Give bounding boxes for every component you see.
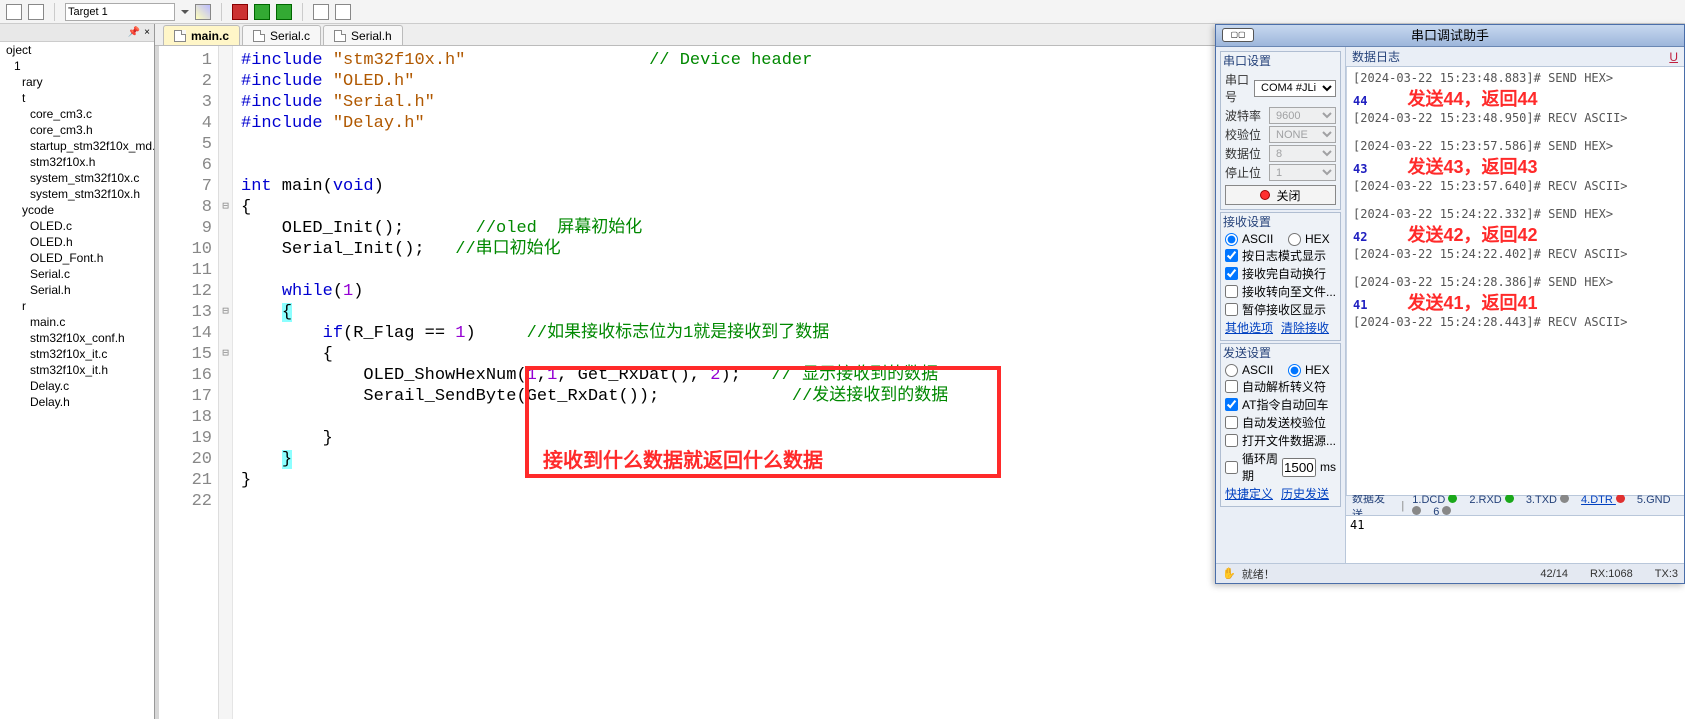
log-title: 数据日志 <box>1352 48 1400 65</box>
clear-recv-link[interactable]: 清除接收 <box>1281 319 1329 336</box>
tree-item[interactable]: 1 <box>4 58 154 74</box>
send-indicator-bar: 数据发送 | 1.DCD 2.RXD 3.TXD 4.DTR 5.GND 6 <box>1346 495 1684 515</box>
project-tree: 📌 × oject1rarytcore_cm3.ccore_cm3.hstart… <box>0 24 155 719</box>
tree-item[interactable]: OLED.h <box>4 234 154 250</box>
build-icon[interactable] <box>6 4 22 20</box>
indicator-1.DCD: 1.DCD <box>1412 494 1459 506</box>
serial-status-bar: ✋ 就绪！ 42/14 RX:1068 TX:3 <box>1216 563 1684 583</box>
tree-item[interactable]: stm32f10x_conf.h <box>4 330 154 346</box>
baud-select[interactable]: 9600 <box>1269 107 1336 124</box>
tree-item[interactable]: startup_stm32f10x_md.s <box>4 138 154 154</box>
recv-settings-group: 接收设置 ASCII HEX 按日志模式显示接收完自动换行接收转向至文件...暂… <box>1220 212 1341 341</box>
recv-ascii-radio[interactable] <box>1225 233 1238 246</box>
log-settings-link[interactable]: U <box>1669 50 1678 64</box>
tree-item[interactable]: stm32f10x.h <box>4 154 154 170</box>
build-all-icon[interactable] <box>232 4 248 20</box>
tab-Serial-c[interactable]: Serial.c <box>242 25 321 45</box>
tree-item[interactable]: core_cm3.c <box>4 106 154 122</box>
send-opt-3[interactable] <box>1225 434 1238 447</box>
tab-main-c[interactable]: main.c <box>163 25 240 45</box>
nav-fwd-icon[interactable] <box>276 4 292 20</box>
hand-icon: ✋ <box>1222 567 1236 580</box>
tree-item[interactable]: Delay.h <box>4 394 154 410</box>
send-opt-4[interactable] <box>1225 461 1238 474</box>
log-area[interactable]: [2024-03-22 15:23:48.883]# SEND HEX>44发送… <box>1346 67 1684 495</box>
app-icon: ▢▢ <box>1222 28 1254 42</box>
close-port-button[interactable]: 关闭 <box>1225 185 1336 205</box>
stopbits-select[interactable]: 1 <box>1269 164 1336 181</box>
tree-item[interactable]: core_cm3.h <box>4 122 154 138</box>
file-icon <box>253 30 265 42</box>
file-icon <box>174 30 186 42</box>
send-textarea[interactable]: 41 <box>1350 518 1680 561</box>
parity-select[interactable]: NONE <box>1269 126 1336 143</box>
tree-item[interactable]: system_stm32f10x.c <box>4 170 154 186</box>
tree-item[interactable]: Delay.c <box>4 378 154 394</box>
wand-icon[interactable] <box>195 4 211 20</box>
port-select[interactable]: COM4 #JLi <box>1254 80 1336 97</box>
history-send-link[interactable]: 历史发送 <box>1281 485 1329 502</box>
tab-Serial-h[interactable]: Serial.h <box>323 25 403 45</box>
tree-item[interactable]: stm32f10x_it.c <box>4 346 154 362</box>
indicator-2.RXD: 2.RXD <box>1469 494 1515 506</box>
tree-item[interactable]: system_stm32f10x.h <box>4 186 154 202</box>
send-ascii-radio[interactable] <box>1225 364 1238 377</box>
tree-item[interactable]: OLED_Font.h <box>4 250 154 266</box>
recv-opt-1[interactable] <box>1225 267 1238 280</box>
recv-opt-3[interactable] <box>1225 303 1238 316</box>
recv-opt-2[interactable] <box>1225 285 1238 298</box>
pane-close-icon[interactable]: × <box>144 27 150 38</box>
send-opt-1[interactable] <box>1225 398 1238 411</box>
tree-item[interactable]: Serial.c <box>4 266 154 282</box>
pane-pin-icon[interactable]: 📌 <box>128 27 140 38</box>
dropdown-icon[interactable] <box>181 10 189 18</box>
nav-back-icon[interactable] <box>254 4 270 20</box>
tree-item[interactable]: ycode <box>4 202 154 218</box>
shortcut-def-link[interactable]: 快捷定义 <box>1225 485 1273 502</box>
tree-item[interactable]: oject <box>4 42 154 58</box>
other-options-link[interactable]: 其他选项 <box>1225 319 1273 336</box>
load-icon[interactable] <box>28 4 44 20</box>
send-opt-2[interactable] <box>1225 416 1238 429</box>
recv-opt-0[interactable] <box>1225 249 1238 262</box>
tree-item[interactable]: r <box>4 298 154 314</box>
indicator-3.TXD: 3.TXD <box>1526 494 1571 506</box>
tree-item[interactable]: rary <box>4 74 154 90</box>
gear-icon[interactable] <box>335 4 351 20</box>
file-icon <box>334 30 346 42</box>
send-opt-0[interactable] <box>1225 380 1238 393</box>
tree-item[interactable]: main.c <box>4 314 154 330</box>
main-toolbar <box>0 0 1685 24</box>
serial-debug-window: ▢▢ 串口调试助手 串口设置 串口号COM4 #JLi 波特率9600 校验位N… <box>1215 24 1685 584</box>
port-settings-group: 串口设置 串口号COM4 #JLi 波特率9600 校验位NONE 数据位8 停… <box>1220 51 1341 210</box>
tree-item[interactable]: stm32f10x_it.h <box>4 362 154 378</box>
serial-window-title: ▢▢ 串口调试助手 <box>1216 25 1684 47</box>
target-combo[interactable] <box>65 3 175 21</box>
databits-select[interactable]: 8 <box>1269 145 1336 162</box>
indicator-4.DTR[interactable]: 4.DTR <box>1581 494 1627 506</box>
book-icon[interactable] <box>313 4 329 20</box>
send-hex-radio[interactable] <box>1288 364 1301 377</box>
send-input-area[interactable]: 41 <box>1346 515 1684 563</box>
send-settings-group: 发送设置 ASCII HEX 自动解析转义符AT指令自动回车自动发送校验位打开文… <box>1220 343 1341 507</box>
tree-item[interactable]: Serial.h <box>4 282 154 298</box>
loop-period-input[interactable] <box>1282 458 1316 477</box>
tree-item[interactable]: t <box>4 90 154 106</box>
tree-item[interactable]: OLED.c <box>4 218 154 234</box>
recv-hex-radio[interactable] <box>1288 233 1301 246</box>
